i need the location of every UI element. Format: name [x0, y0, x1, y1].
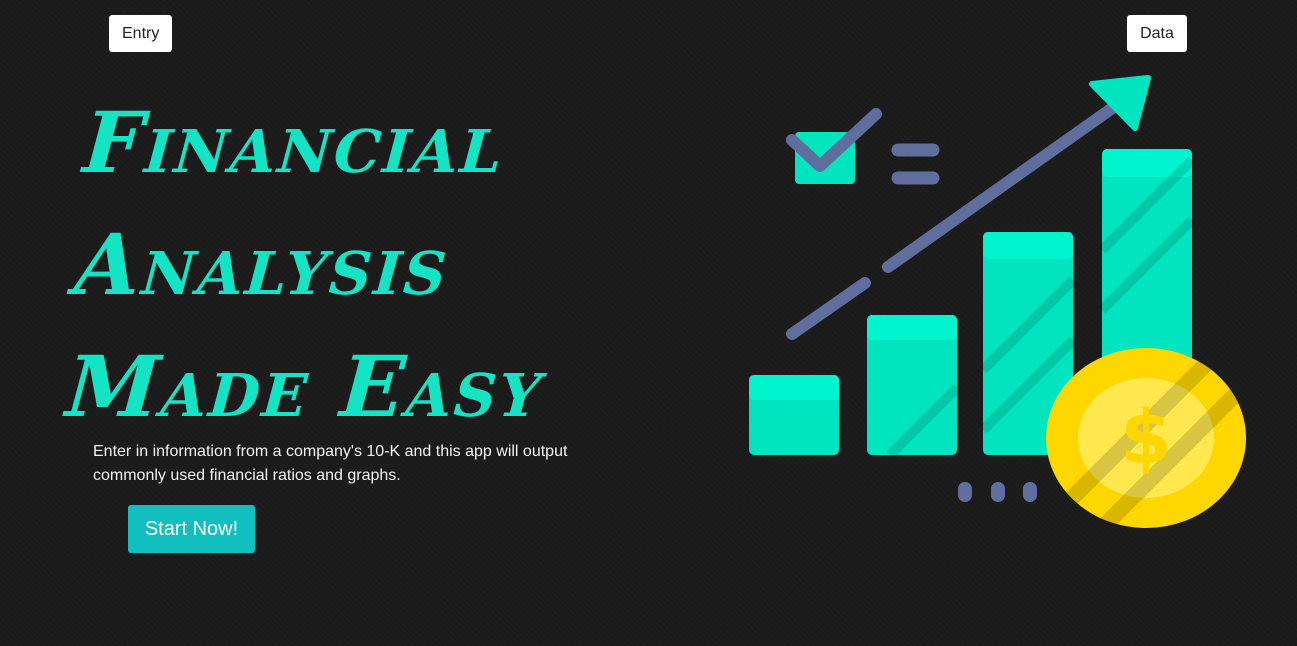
checkbox-icon [786, 108, 882, 184]
hero-title-line-1: Financial [80, 93, 508, 192]
start-now-button[interactable]: Start Now! [128, 505, 255, 553]
trend-arrow-icon [786, 75, 1151, 340]
dollar-coin-icon: $ [1046, 348, 1246, 528]
dots-icon [958, 482, 1037, 502]
dollar-sign: $ [1120, 395, 1172, 481]
hero-title-line-3: Made Easy [63, 337, 547, 436]
entry-button[interactable]: Entry [109, 15, 172, 52]
hero-title-line-2: Analysis [71, 215, 453, 314]
hero-description: Enter in information from a company's 10… [93, 443, 568, 484]
hero-title: Financial Analysis Made Easy [62, 82, 648, 448]
financial-growth-illustration: $ [749, 75, 1246, 528]
list-lines-icon [891, 143, 940, 185]
data-button[interactable]: Data [1127, 15, 1187, 52]
